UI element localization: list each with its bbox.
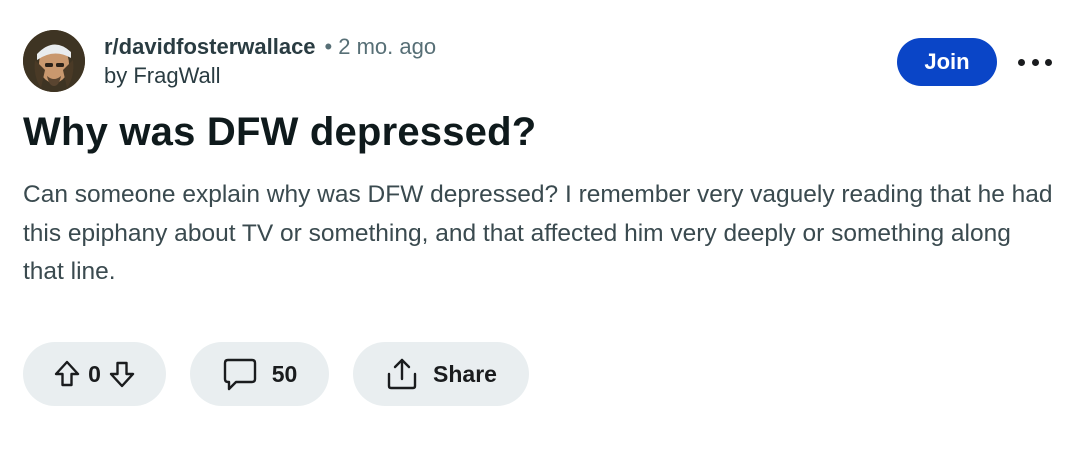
share-icon [385, 357, 419, 391]
more-options-icon[interactable] [1018, 50, 1052, 74]
arrow-down-icon[interactable] [109, 360, 135, 388]
post-actions: 0 50 Share [23, 342, 529, 406]
post-title[interactable]: Why was DFW depressed? [23, 106, 536, 158]
arrow-up-icon[interactable] [54, 360, 80, 388]
more-dot [1031, 58, 1039, 66]
post-meta-line: r/davidfosterwallace • 2 mo. ago [104, 34, 436, 60]
subreddit-link[interactable]: r/davidfosterwallace [104, 34, 316, 60]
join-button[interactable]: Join [897, 38, 997, 86]
post-body: Can someone explain why was DFW depresse… [23, 181, 1053, 285]
comment-count: 50 [271, 360, 298, 387]
more-dot [1045, 58, 1052, 66]
post-author[interactable]: by FragWall [104, 63, 436, 89]
subreddit-avatar[interactable] [23, 30, 85, 92]
post-time: 2 mo. ago [338, 34, 437, 59]
reddit-post: r/davidfosterwallace • 2 mo. ago by Frag… [0, 0, 1066, 450]
vote-pill: 0 [23, 342, 166, 406]
meta-separator: • [324, 34, 333, 59]
share-button[interactable]: Share [353, 342, 529, 406]
share-label: Share [433, 360, 497, 387]
comment-bubble-icon [222, 356, 258, 392]
more-dot [1018, 58, 1025, 66]
vote-count: 0 [88, 360, 101, 387]
post-meta: r/davidfosterwallace • 2 mo. ago by Frag… [104, 34, 436, 89]
comments-button[interactable]: 50 [190, 342, 329, 406]
